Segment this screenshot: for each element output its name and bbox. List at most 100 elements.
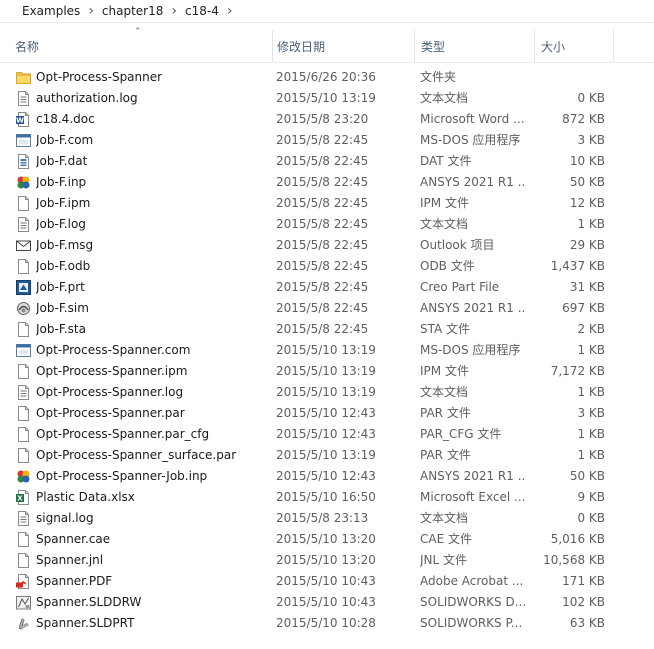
breadcrumb-item[interactable]: c18-4 bbox=[177, 4, 227, 18]
file-type: IPM 文件 bbox=[420, 196, 469, 210]
file-date: 2015/5/10 12:43 bbox=[276, 427, 376, 441]
file-type: STA 文件 bbox=[420, 322, 471, 336]
file-name: Job-F.dat bbox=[36, 154, 88, 168]
file-row[interactable]: Spanner.PDF 2015/5/10 10:43 Adobe Acrobat … bbox=[0, 571, 654, 592]
file-date: 2015/5/8 22:45 bbox=[276, 238, 369, 252]
file-type: PAR 文件 bbox=[420, 448, 471, 462]
blank-file-icon bbox=[16, 322, 31, 337]
file-date: 2015/5/10 13:19 bbox=[276, 448, 376, 462]
file-row[interactable]: authorization.log 2015/5/10 13:19 文本文档 0 KB bbox=[0, 88, 654, 109]
file-name: Job-F.sta bbox=[36, 322, 86, 336]
blank-file-icon bbox=[16, 448, 31, 463]
file-type: ODB 文件 bbox=[420, 259, 475, 273]
file-row[interactable]: Opt-Process-Spanner.com 2015/5/10 13:19 MS… bbox=[0, 340, 654, 361]
file-row[interactable]: X Plastic Data.xlsx 2015/5/10 16:50 Microso… bbox=[0, 487, 654, 508]
text-file-icon bbox=[16, 91, 31, 106]
file-row[interactable]: Job-F.odb 2015/5/8 22:45 ODB 文件 1,437 KB bbox=[0, 256, 654, 277]
app-icon bbox=[16, 343, 31, 358]
file-date: 2015/5/10 12:43 bbox=[276, 406, 376, 420]
file-size: 697 KB bbox=[562, 301, 605, 315]
file-type: ANSYS 2021 R1 ... bbox=[420, 175, 525, 189]
file-row[interactable]: Spanner.SLDPRT 2015/5/10 10:28 SOLIDWORKS … bbox=[0, 613, 654, 634]
blank-file-icon bbox=[16, 427, 31, 442]
column-size[interactable]: 大小 bbox=[534, 30, 614, 62]
file-name: Spanner.SLDDRW bbox=[36, 595, 142, 609]
file-type: 文本文档 bbox=[420, 91, 469, 105]
svg-text:W: W bbox=[16, 117, 24, 125]
file-type: MS-DOS 应用程序 bbox=[420, 133, 521, 147]
breadcrumb-item[interactable]: chapter18 bbox=[94, 4, 171, 18]
file-date: 2015/5/8 23:13 bbox=[276, 511, 369, 525]
file-row[interactable]: Opt-Process-Spanner_surface.par 2015/5/10… bbox=[0, 445, 654, 466]
file-date: 2015/5/10 13:20 bbox=[276, 532, 376, 546]
file-size: 10,568 KB bbox=[543, 553, 605, 567]
file-date: 2015/6/26 20:36 bbox=[276, 70, 376, 84]
file-date: 2015/5/8 23:20 bbox=[276, 112, 369, 126]
file-type: Outlook 项目 bbox=[420, 238, 495, 252]
file-size: 3 KB bbox=[577, 133, 605, 147]
file-date: 2015/5/10 13:20 bbox=[276, 553, 376, 567]
file-name: Job-F.sim bbox=[36, 301, 89, 315]
column-date[interactable]: 修改日期 bbox=[272, 30, 414, 62]
file-name: Job-F.com bbox=[36, 133, 94, 147]
file-size: 1 KB bbox=[577, 217, 605, 231]
text-file-icon bbox=[16, 385, 31, 400]
file-row[interactable]: Job-F.ipm 2015/5/8 22:45 IPM 文件 12 KB bbox=[0, 193, 654, 214]
ansys-icon bbox=[16, 175, 31, 190]
file-row[interactable]: Opt-Process-Spanner 2015/6/26 20:36 文件夹 bbox=[0, 67, 654, 88]
file-type: 文本文档 bbox=[420, 511, 469, 525]
file-row[interactable]: Job-F.dat 2015/5/8 22:45 DAT 文件 10 KB bbox=[0, 151, 654, 172]
file-row[interactable]: Opt-Process-Spanner.par_cfg 2015/5/10 12:… bbox=[0, 424, 654, 445]
blank-file-icon bbox=[16, 532, 31, 547]
file-row[interactable]: Job-F.sim 2015/5/8 22:45 ANSYS 2021 R1 ...… bbox=[0, 298, 654, 319]
blank-file-icon bbox=[16, 553, 31, 568]
file-name: Opt-Process-Spanner-Job.inp bbox=[36, 469, 208, 483]
file-date: 2015/5/8 22:45 bbox=[276, 196, 369, 210]
file-row[interactable]: Opt-Process-Spanner.par 2015/5/10 12:43 PA… bbox=[0, 403, 654, 424]
file-type: PAR 文件 bbox=[420, 406, 471, 420]
blank-file-icon bbox=[16, 364, 31, 379]
mail-icon bbox=[16, 238, 31, 253]
file-row[interactable]: Spanner.cae 2015/5/10 13:20 CAE 文件 5,016 KB bbox=[0, 529, 654, 550]
file-row[interactable]: Job-F.sta 2015/5/8 22:45 STA 文件 2 KB bbox=[0, 319, 654, 340]
file-size: 102 KB bbox=[562, 595, 605, 609]
blank-file-icon bbox=[16, 406, 31, 421]
file-row[interactable]: Spanner.jnl 2015/5/10 13:20 JNL 文件 10,568 K… bbox=[0, 550, 654, 571]
sim-icon bbox=[16, 301, 31, 316]
file-row[interactable]: Job-F.log 2015/5/8 22:45 文本文档 1 KB bbox=[0, 214, 654, 235]
file-row[interactable]: Opt-Process-Spanner.log 2015/5/10 13:19 文本… bbox=[0, 382, 654, 403]
solidworks-part-icon bbox=[16, 616, 31, 631]
breadcrumb: Examples › chapter18 › c18-4 › bbox=[0, 0, 654, 23]
file-type: PAR_CFG 文件 bbox=[420, 427, 502, 441]
file-name: Job-F.ipm bbox=[36, 196, 91, 210]
file-row[interactable]: Job-F.com 2015/5/8 22:45 MS-DOS 应用程序 3 KB bbox=[0, 130, 654, 151]
file-name: Opt-Process-Spanner.log bbox=[36, 385, 184, 399]
breadcrumb-item[interactable]: Examples bbox=[0, 4, 88, 18]
file-name: Spanner.PDF bbox=[36, 574, 113, 588]
file-row[interactable]: Job-F.prt 2015/5/8 22:45 Creo Part File 31 … bbox=[0, 277, 654, 298]
file-name: Opt-Process-Spanner.par bbox=[36, 406, 185, 420]
file-row[interactable]: Opt-Process-Spanner-Job.inp 2015/5/10 12:… bbox=[0, 466, 654, 487]
chevron-right-icon[interactable]: › bbox=[227, 3, 233, 19]
file-size: 7,172 KB bbox=[550, 364, 605, 378]
file-size: 9 KB bbox=[577, 490, 605, 504]
file-row[interactable]: Opt-Process-Spanner.ipm 2015/5/10 13:19 IP… bbox=[0, 361, 654, 382]
file-name: c18.4.doc bbox=[36, 112, 95, 126]
file-date: 2015/5/8 22:45 bbox=[276, 154, 369, 168]
file-size: 50 KB bbox=[569, 175, 605, 189]
column-type[interactable]: 类型 bbox=[414, 30, 534, 62]
file-row[interactable]: Wc18.4.doc 2015/5/8 23:20 Microsoft Word .… bbox=[0, 109, 654, 130]
file-date: 2015/5/10 12:43 bbox=[276, 469, 376, 483]
blank-file-icon bbox=[16, 259, 31, 274]
file-row[interactable]: signal.log 2015/5/8 23:13 文本文档 0 KB bbox=[0, 508, 654, 529]
file-date: 2015/5/10 16:50 bbox=[276, 490, 376, 504]
file-size: 10 KB bbox=[569, 154, 605, 168]
file-type: Creo Part File bbox=[420, 280, 500, 294]
file-size: 5,016 KB bbox=[550, 532, 605, 546]
file-row[interactable]: Job-F.inp 2015/5/8 22:45 ANSYS 2021 R1 ...… bbox=[0, 172, 654, 193]
file-type: 文件夹 bbox=[420, 70, 457, 84]
file-row[interactable]: Spanner.SLDDRW 2015/5/10 10:43 SOLIDWORKS … bbox=[0, 592, 654, 613]
folder-icon bbox=[16, 70, 31, 85]
file-row[interactable]: Job-F.msg 2015/5/8 22:45 Outlook 项目 29 KB bbox=[0, 235, 654, 256]
file-date: 2015/5/8 22:45 bbox=[276, 175, 369, 189]
